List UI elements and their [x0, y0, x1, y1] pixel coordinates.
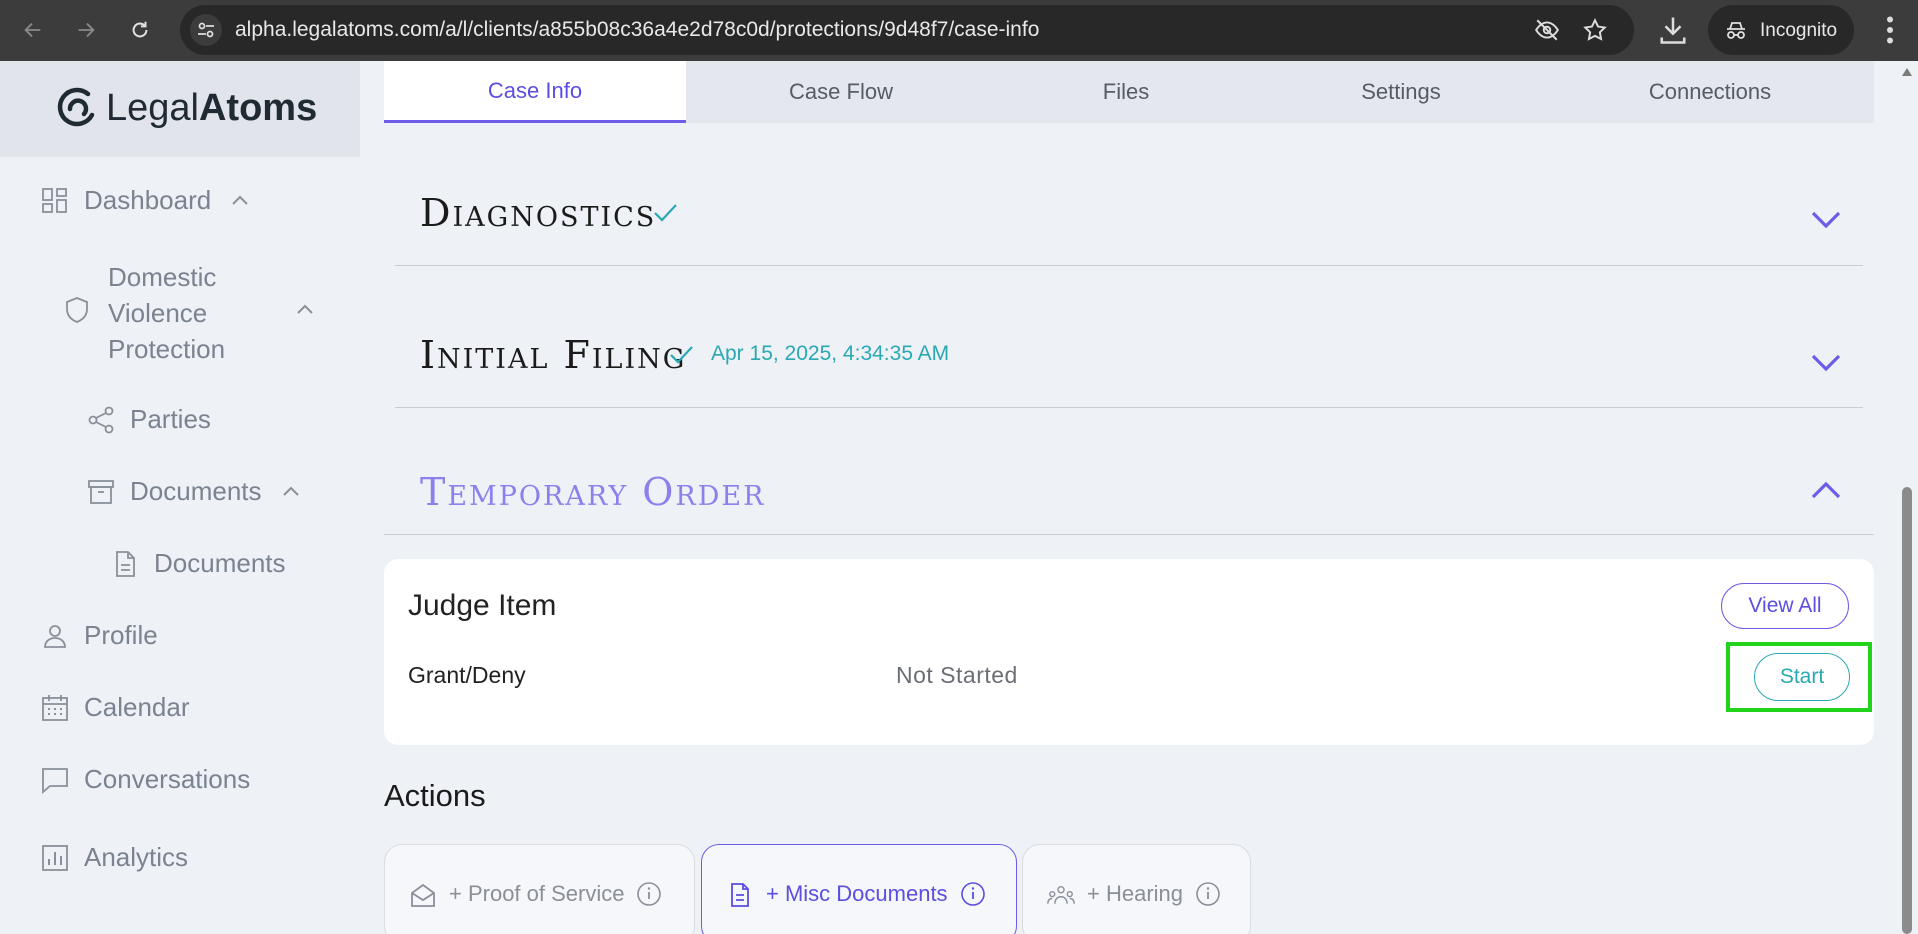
task-name: Grant/Deny — [408, 662, 526, 688]
tab-case-flow[interactable]: Case Flow — [686, 61, 996, 123]
dashboard-grid-icon — [42, 187, 67, 213]
section-temporary-order[interactable]: Temporary Order — [384, 408, 1874, 535]
action-label: + Hearing — [1087, 881, 1184, 906]
incognito-indicator[interactable]: Incognito — [1708, 5, 1854, 55]
sidebar-item-parties[interactable]: Parties — [86, 404, 211, 435]
forward-button[interactable] — [68, 12, 104, 48]
sidebar-item-calendar[interactable]: Calendar — [40, 692, 190, 723]
actions-heading: Actions — [384, 778, 486, 813]
envelope-open-icon — [411, 883, 435, 907]
bar-chart-icon — [42, 844, 68, 871]
sidebar-item-label: Conversations — [84, 764, 251, 794]
address-bar[interactable]: alpha.legalatoms.com/a/l/clients/a855b08… — [180, 5, 1634, 55]
eye-off-icon[interactable] — [1534, 17, 1560, 43]
sidebar-item-label: Analytics — [84, 842, 189, 872]
archive-box-icon — [88, 479, 114, 504]
check-icon — [670, 346, 693, 364]
chat-bubble-icon — [42, 767, 68, 794]
section-title: Temporary Order — [420, 470, 766, 514]
tab-settings[interactable]: Settings — [1256, 61, 1546, 123]
section-diagnostics[interactable]: Diagnostics — [395, 123, 1863, 266]
back-arrow-icon — [24, 22, 41, 38]
calendar-icon — [42, 694, 68, 721]
brand-name-bold: Atoms — [198, 87, 318, 129]
chevron-up-icon[interactable] — [294, 299, 316, 321]
incognito-icon — [1727, 22, 1745, 39]
view-all-button[interactable]: View All — [1721, 583, 1849, 629]
chevron-down-icon[interactable] — [1809, 345, 1843, 379]
sidebar-item-conversations[interactable]: Conversations — [40, 764, 250, 795]
misc-documents-action[interactable]: + Misc Documents — [701, 844, 1017, 934]
forward-arrow-icon — [78, 22, 95, 38]
site-settings-icon[interactable] — [190, 14, 222, 46]
tab-connections[interactable]: Connections — [1546, 61, 1874, 123]
scrollbar-thumb[interactable] — [1902, 487, 1912, 934]
legalatoms-logo-icon — [57, 87, 95, 127]
people-group-icon — [1047, 885, 1075, 904]
brand-name-light: Legal — [106, 87, 199, 129]
chevron-up-icon[interactable] — [1809, 474, 1843, 508]
judge-item-card: Judge Item View All Grant/Deny Not Start… — [384, 559, 1874, 745]
chevron-up-icon[interactable] — [229, 190, 251, 212]
sidebar-item-label: Domestic Violence Protection — [108, 262, 226, 364]
action-label: + Proof of Service — [449, 881, 625, 906]
bookmark-star-icon[interactable] — [1582, 17, 1608, 43]
scroll-up-arrow-icon[interactable] — [1901, 67, 1913, 77]
section-title: Initial Filing — [420, 333, 687, 377]
tab-case-info[interactable]: Case Info — [384, 61, 686, 123]
sidebar-item-label: Parties — [130, 404, 211, 434]
sidebar-item-label: Profile — [84, 620, 158, 650]
page-scrollbar[interactable] — [1896, 61, 1918, 934]
document-icon — [731, 883, 749, 907]
completion-timestamp: Apr 15, 2025, 4:34:35 AM — [711, 342, 950, 365]
task-status: Not Started — [896, 662, 1018, 688]
section-initial-filing[interactable]: Initial Filing Apr 15, 2025, 4:34:35 AM — [395, 266, 1863, 408]
chevron-up-icon[interactable] — [280, 481, 302, 503]
sidebar-item-profile[interactable]: Profile — [40, 620, 158, 651]
hearing-action[interactable]: + Hearing — [1022, 844, 1251, 934]
card-title: Judge Item — [408, 589, 557, 622]
tab-files[interactable]: Files — [996, 61, 1256, 123]
sidebar: LegalAtoms Dashboard Domestic Violence P… — [0, 61, 360, 934]
browser-menu-icon[interactable] — [1880, 12, 1900, 48]
info-icon[interactable] — [1195, 881, 1221, 907]
sidebar-item-label: Dashboard — [84, 185, 212, 215]
url-text: alpha.legalatoms.com/a/l/clients/a855b08… — [235, 18, 1040, 41]
document-icon — [116, 550, 135, 577]
proof-of-service-action[interactable]: + Proof of Service — [384, 844, 695, 934]
info-icon[interactable] — [960, 881, 986, 907]
case-tabs: Case Info Case Flow Files Settings Conne… — [384, 61, 1874, 123]
reload-icon — [132, 21, 148, 38]
brand-name: LegalAtoms — [106, 87, 317, 130]
sidebar-item-label: Documents — [130, 476, 262, 506]
incognito-label: Incognito — [1760, 20, 1838, 41]
reload-button[interactable] — [122, 12, 158, 48]
sidebar-item-documents[interactable]: Documents — [110, 548, 286, 579]
check-icon — [654, 204, 677, 222]
user-icon — [44, 624, 66, 648]
download-icon[interactable] — [1658, 12, 1688, 48]
action-label: + Misc Documents — [766, 881, 948, 906]
shield-icon — [66, 297, 88, 323]
sidebar-item-dashboard[interactable]: Dashboard — [40, 185, 251, 216]
sidebar-item-label: Documents — [154, 548, 286, 578]
logo[interactable]: LegalAtoms — [0, 61, 360, 157]
sidebar-item-analytics[interactable]: Analytics — [40, 842, 188, 873]
back-button[interactable] — [15, 12, 51, 48]
sidebar-item-documents-group[interactable]: Documents — [86, 476, 302, 507]
section-title: Diagnostics — [420, 191, 657, 235]
sidebar-item-label: Calendar — [84, 692, 190, 722]
info-icon[interactable] — [636, 881, 662, 907]
chevron-down-icon[interactable] — [1809, 202, 1843, 236]
start-button[interactable]: Start — [1754, 653, 1850, 701]
share-nodes-icon — [88, 406, 114, 433]
browser-toolbar: alpha.legalatoms.com/a/l/clients/a855b08… — [0, 0, 1918, 61]
